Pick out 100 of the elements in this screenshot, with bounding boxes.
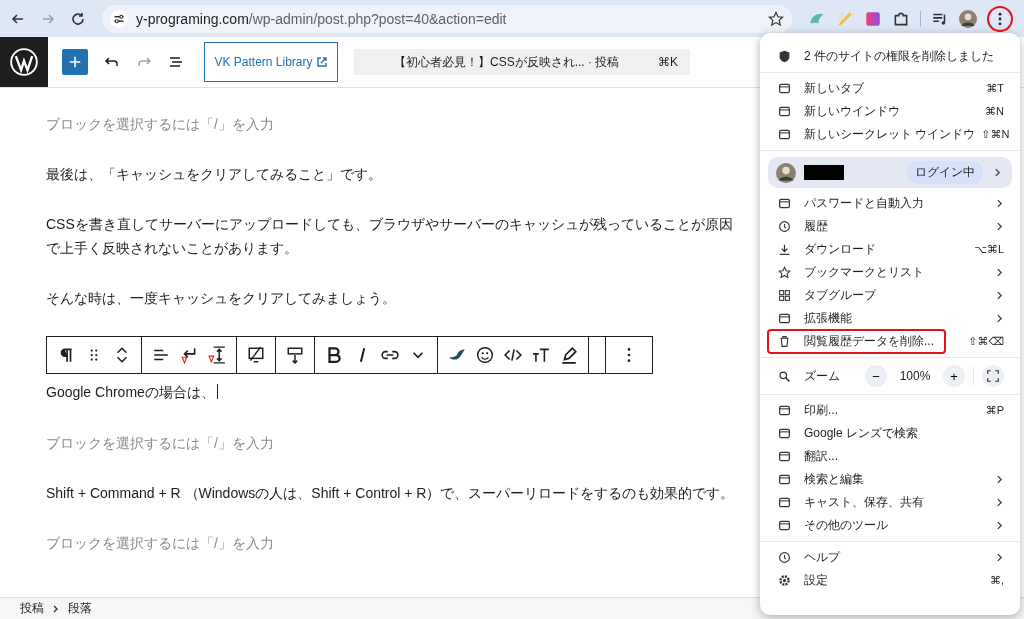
extension-icon[interactable] xyxy=(864,9,882,28)
fullscreen-icon xyxy=(987,370,999,382)
menu-item-label: 拡張機能 xyxy=(804,310,852,327)
highlighter-icon[interactable] xyxy=(560,346,578,364)
external-link-icon xyxy=(315,56,328,68)
paragraph-text: そんな時は、一度キャッシュをクリアしてみましょう。 xyxy=(46,289,397,308)
menu-item-label: その他のツール xyxy=(804,517,888,534)
bookmark-star-icon[interactable] xyxy=(768,10,784,27)
menu-item[interactable]: ダウンロード ⌥⌘L xyxy=(760,238,1020,261)
breadcrumb-link[interactable]: 段落 xyxy=(68,600,92,617)
menu-item-label: ヘルプ xyxy=(804,549,840,566)
redaction-bar xyxy=(804,165,844,180)
address-bar[interactable]: y-programing.com/wp-admin/post.php?post=40&action=edit xyxy=(102,4,792,33)
menu-item-label: 閲覧履歴データを削除... xyxy=(804,333,934,350)
menu-item[interactable]: パスワードと自動入力 xyxy=(760,192,1020,215)
zoom-in-button[interactable]: + xyxy=(943,365,965,387)
menu-item[interactable]: 新しいシークレット ウインドウ ⇧⌘N xyxy=(760,123,1020,146)
site-settings-icon[interactable] xyxy=(110,9,128,28)
shield-icon xyxy=(778,50,791,63)
zoom-out-button[interactable]: − xyxy=(865,365,887,387)
breadcrumb-link[interactable]: 投稿 xyxy=(20,600,44,617)
shortcut-text: ⇧⌘⌫ xyxy=(967,335,1004,348)
block-placeholder[interactable]: ブロックを選択するには「/」を入力 xyxy=(46,112,746,136)
emoji-icon[interactable] xyxy=(476,346,494,364)
zoom-level: 100% xyxy=(898,369,932,383)
menu-item[interactable]: キャスト、保存、共有 xyxy=(760,491,1020,514)
menu-item-label: Google レンズで検索 xyxy=(804,425,919,442)
avatar-icon xyxy=(776,162,796,183)
gear-icon xyxy=(778,574,791,587)
shortcut-text: ⌘P xyxy=(984,404,1004,417)
menu-item[interactable]: その他のツール xyxy=(760,514,1020,537)
menu-item[interactable]: 2 件のサイトの権限を削除しました xyxy=(760,45,1020,68)
list-view-icon[interactable] xyxy=(168,54,184,70)
url-text: y-programing.com/wp-admin/post.php?post=40&action=edit xyxy=(136,10,508,27)
menu-item[interactable]: Google レンズで検索 xyxy=(760,422,1020,445)
tab-icon xyxy=(778,82,791,95)
zoom-icon xyxy=(778,369,791,383)
menu-item[interactable]: 閲覧履歴データを削除... ⇧⌘⌫ xyxy=(760,330,1020,353)
shortcut-text: ⌘, xyxy=(988,574,1004,587)
command-bar[interactable]: 【初心者必見！】CSSが反映され... · 投稿 ⌘K xyxy=(354,49,690,75)
grid-icon xyxy=(778,289,791,302)
shortcut-text: ⌘K xyxy=(658,55,678,69)
download-icon xyxy=(778,243,791,256)
code-icon[interactable] xyxy=(504,346,522,364)
menu-item[interactable]: 検索と編集 xyxy=(760,468,1020,491)
menu-item-label: タブグループ xyxy=(804,287,876,304)
fullscreen-button[interactable] xyxy=(982,365,1004,387)
menu-item[interactable]: 履歴 xyxy=(760,215,1020,238)
menu-item[interactable]: 設定 ⌘, xyxy=(760,569,1020,592)
menu-item-label: ブックマークとリスト xyxy=(804,264,924,281)
profile-avatar-icon[interactable] xyxy=(959,9,977,28)
menu-item[interactable]: 新しいウインドウ ⌘N xyxy=(760,100,1020,123)
paragraph-text: Google Chromeの場合は、 xyxy=(46,380,746,404)
menu-item-label: 新しいシークレット ウインドウ xyxy=(804,126,976,143)
post-title: 【初心者必見！】CSSが反映され... · 投稿 xyxy=(394,53,620,71)
menu-item-label: 検索と編集 xyxy=(804,471,864,488)
responsive-display-icon[interactable] xyxy=(247,346,265,364)
block-placeholder[interactable]: ブロックを選択するには「/」を入力 xyxy=(46,531,746,555)
history-icon xyxy=(778,220,791,233)
pattern-library-button[interactable]: VK Pattern Library xyxy=(204,42,338,82)
more-vertical-icon xyxy=(998,11,1002,26)
menu-item-label: 翻訳... xyxy=(804,448,838,465)
menu-button[interactable] xyxy=(987,5,1013,32)
notice-text: 2 件のサイトの権限を削除しました xyxy=(804,48,994,65)
shortcut-text: ⌘T xyxy=(985,82,1004,95)
shortcut-text: ⌘N xyxy=(984,105,1004,118)
menu-item[interactable]: ヘルプ xyxy=(760,546,1020,569)
text-size-icon[interactable] xyxy=(532,346,550,364)
menu-item[interactable]: 新しいタブ ⌘T xyxy=(760,77,1020,100)
menu-item-label: キャスト、保存、共有 xyxy=(804,494,924,511)
shortcut-text: ⌥⌘L xyxy=(973,243,1004,256)
bold-icon[interactable] xyxy=(325,346,343,364)
profile-row[interactable]: ログイン中 xyxy=(768,157,1012,188)
menu-item-label: 印刷... xyxy=(804,402,838,419)
menu-item-label: ズーム xyxy=(804,367,840,385)
menu-item[interactable]: タブグループ xyxy=(760,284,1020,307)
spacing-icon[interactable] xyxy=(208,346,226,364)
star-icon xyxy=(778,266,791,279)
line-break-icon[interactable] xyxy=(180,346,198,364)
menu-item-label: 新しいタブ xyxy=(804,80,864,97)
chevron-right-icon xyxy=(52,604,60,613)
shortcut-text: ⇧⌘N xyxy=(980,128,1010,141)
menu-item[interactable]: 拡張機能 xyxy=(760,307,1020,330)
plus-icon xyxy=(68,55,82,69)
window-icon xyxy=(778,105,791,118)
wordpress-logo-button[interactable] xyxy=(0,37,48,87)
wordpress-logo-icon xyxy=(10,48,38,76)
menu-item-label: 設定 xyxy=(804,572,828,589)
menu-item[interactable]: 翻訳... xyxy=(760,445,1020,468)
margin-icon[interactable] xyxy=(286,346,304,364)
menu-item-label: 履歴 xyxy=(804,218,828,235)
menu-item-label: パスワードと自動入力 xyxy=(804,195,924,212)
menu-item[interactable]: ブックマークとリスト xyxy=(760,261,1020,284)
signed-in-badge: ログイン中 xyxy=(907,161,983,184)
block-placeholder[interactable]: ブロックを選択するには「/」を入力 xyxy=(46,431,746,455)
menu-item[interactable]: 印刷... ⌘P xyxy=(760,399,1020,422)
paragraph-text: 最後は、「キャッシュをクリアしてみること」です。 xyxy=(46,165,383,184)
add-block-button[interactable] xyxy=(62,49,88,75)
menu-item-label: ダウンロード xyxy=(804,241,876,258)
trash-icon xyxy=(778,335,791,348)
